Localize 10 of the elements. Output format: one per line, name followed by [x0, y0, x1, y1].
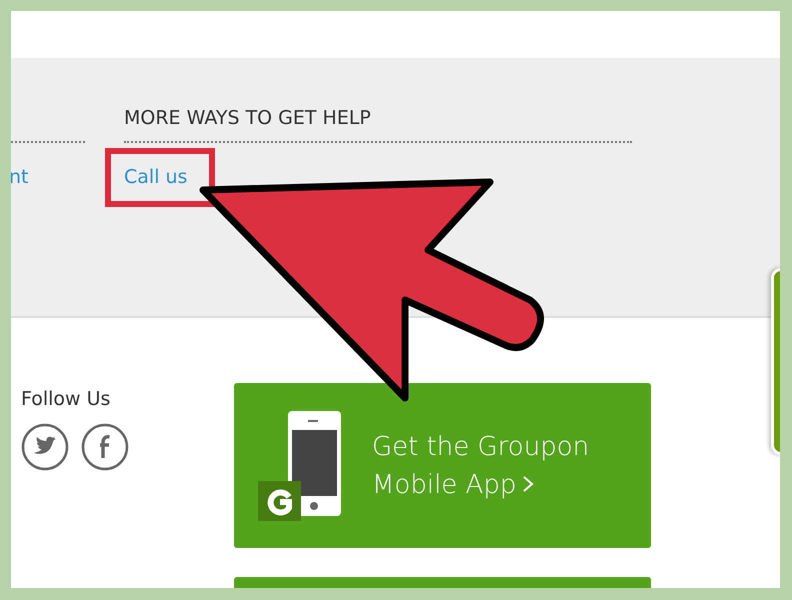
side-tab[interactable]	[771, 268, 780, 455]
section-heading: MORE WAYS TO GET HELP	[124, 106, 372, 131]
app-banner[interactable]: Get the Groupon Mobile App	[234, 383, 651, 548]
app-banner-text: Get the Groupon Mobile App	[372, 430, 590, 502]
help-link[interactable]: Call us	[124, 166, 188, 188]
facebook-icon[interactable]	[81, 423, 129, 471]
help-link[interactable]: nt	[11, 165, 28, 207]
twitter-icon[interactable]	[21, 423, 69, 471]
follow-title: Follow Us	[21, 388, 112, 410]
chevron-icon	[522, 474, 534, 492]
